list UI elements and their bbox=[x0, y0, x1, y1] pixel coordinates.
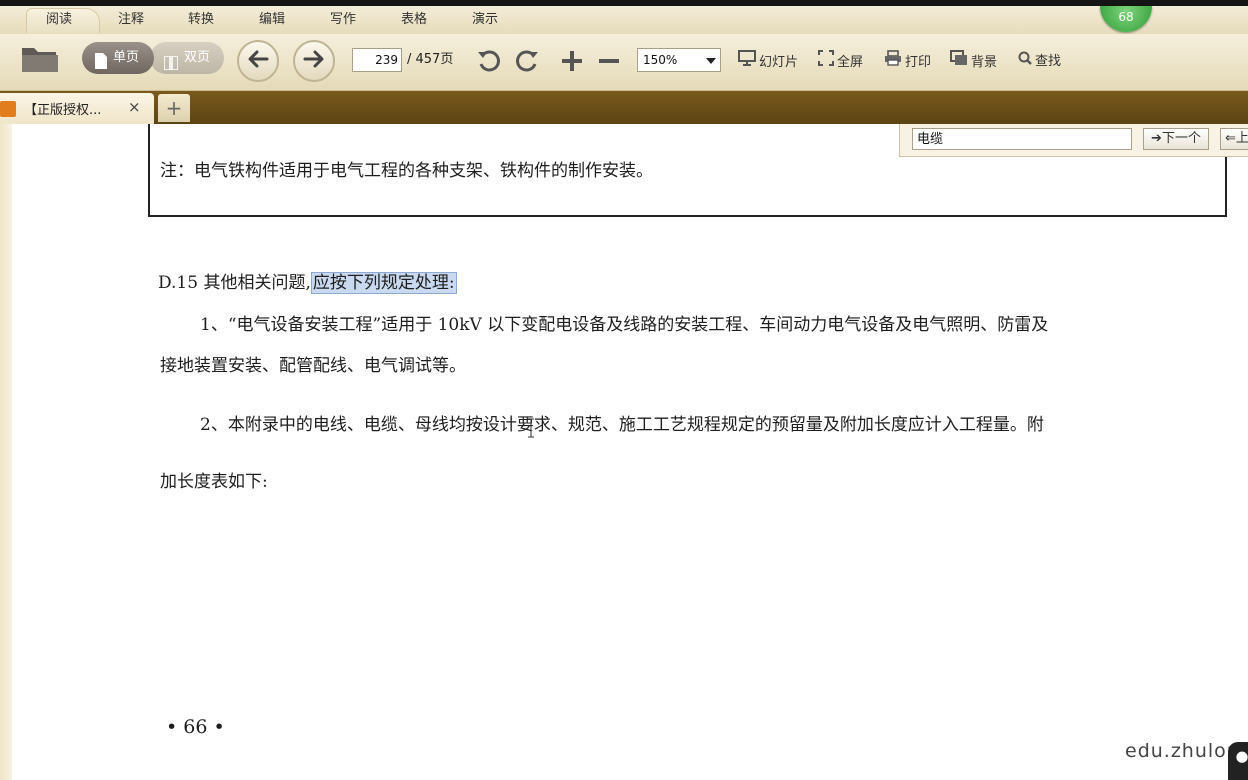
close-tab-button[interactable]: × bbox=[128, 98, 141, 116]
section-heading: D.15 其他相关问题, 应按下列规定处理: bbox=[158, 268, 457, 294]
find-label: 查找 bbox=[1035, 54, 1062, 69]
paragraph-1-line-1: 1、“电气设备安装工程”适用于 10kV 以下变配电设备及线路的安装工程、车间动… bbox=[200, 315, 1049, 335]
zoom-in-icon[interactable] bbox=[560, 49, 584, 77]
search-icon bbox=[1018, 51, 1032, 69]
fullscreen-icon bbox=[818, 50, 834, 70]
document-tab-label: 【正版授权... bbox=[24, 103, 102, 118]
menu-convert[interactable]: 转换 bbox=[188, 8, 214, 36]
find-bar: 电缆 ➔下一个 ⇐上 bbox=[899, 124, 1248, 157]
find-button[interactable]: 查找 bbox=[1018, 50, 1061, 69]
menu-table[interactable]: 表格 bbox=[401, 8, 427, 36]
double-page-button[interactable]: 双页 bbox=[150, 42, 224, 74]
section-heading-prefix: D.15 其他相关问题, bbox=[158, 273, 311, 293]
slideshow-icon bbox=[738, 50, 756, 70]
arrow-right-icon bbox=[302, 47, 326, 75]
note-text: 注：电气铁构件适用于电气工程的各种支架、铁构件的制作安装。 bbox=[160, 161, 653, 181]
print-icon bbox=[884, 50, 902, 70]
new-tab-button[interactable]: + bbox=[158, 94, 190, 122]
arrow-left-icon bbox=[246, 47, 270, 75]
menu-bar: 阅读 注释 转换 编辑 写作 表格 演示 68 bbox=[0, 6, 1248, 34]
page-number: • 66 • bbox=[166, 716, 225, 738]
prev-page-button[interactable] bbox=[237, 40, 279, 82]
menu-present[interactable]: 演示 bbox=[472, 8, 498, 36]
fullscreen-label: 全屏 bbox=[837, 54, 864, 70]
arrow-left-icon: ⇐ bbox=[1225, 131, 1236, 146]
next-page-button[interactable] bbox=[293, 40, 335, 82]
menu-edit[interactable]: 编辑 bbox=[259, 8, 285, 36]
double-page-label: 双页 bbox=[184, 50, 211, 65]
paragraph-2-line-1: 2、本附录中的电线、电缆、母线均按设计要求、规范、施工工艺规程规定的预留量及附加… bbox=[200, 415, 1044, 435]
find-next-button[interactable]: ➔下一个 bbox=[1143, 128, 1209, 150]
rotate-right-icon[interactable] bbox=[514, 48, 540, 78]
print-label: 打印 bbox=[905, 54, 932, 70]
toolbar: 双页 单页 239 / 457页 150% 幻灯片 全屏 打印 背景 查找 bbox=[0, 34, 1248, 91]
document-page bbox=[12, 124, 1248, 780]
find-prev-button[interactable]: ⇐上 bbox=[1220, 128, 1248, 150]
slideshow-button[interactable]: 幻灯片 bbox=[738, 50, 798, 70]
find-prev-label: 上 bbox=[1235, 131, 1248, 146]
single-page-button[interactable]: 单页 bbox=[82, 42, 154, 74]
print-button[interactable]: 打印 bbox=[884, 50, 931, 70]
search-highlight: 应按下列规定处理: bbox=[310, 272, 457, 294]
arrow-right-icon: ➔ bbox=[1151, 131, 1162, 146]
menu-read[interactable]: 阅读 bbox=[46, 8, 72, 36]
page-total-label: / 457页 bbox=[407, 52, 454, 67]
background-button[interactable]: 背景 bbox=[950, 50, 997, 70]
double-page-icon bbox=[163, 51, 179, 71]
zoom-select[interactable]: 150% bbox=[637, 48, 721, 72]
page-left-margin bbox=[0, 124, 12, 780]
paragraph-1-line-2: 接地装置安装、配管配线、电气调试等。 bbox=[160, 356, 466, 376]
page-number-input[interactable]: 239 bbox=[352, 48, 402, 72]
fullscreen-button[interactable]: 全屏 bbox=[818, 50, 863, 70]
watermark: edu.zhulon bbox=[1125, 740, 1240, 762]
zoom-value: 150% bbox=[643, 53, 678, 67]
text-cursor-icon bbox=[528, 418, 534, 438]
document-tab-strip: 【正版授权... × + bbox=[0, 91, 1248, 124]
chevron-down-icon bbox=[706, 58, 716, 64]
single-page-label: 单页 bbox=[113, 50, 140, 65]
rotate-left-icon[interactable] bbox=[476, 48, 502, 78]
paragraph-2-line-2: 加长度表如下: bbox=[160, 472, 268, 492]
menu-write[interactable]: 写作 bbox=[330, 8, 356, 36]
open-folder-icon[interactable] bbox=[20, 42, 60, 76]
background-label: 背景 bbox=[971, 54, 998, 70]
find-input[interactable]: 电缆 bbox=[912, 128, 1132, 150]
find-next-label: 下一个 bbox=[1161, 131, 1201, 146]
single-page-icon bbox=[94, 50, 108, 69]
score-badge[interactable]: 68 bbox=[1100, 6, 1152, 32]
mascot-icon bbox=[1228, 742, 1248, 780]
zoom-out-icon[interactable] bbox=[597, 49, 621, 77]
document-tab[interactable]: 【正版授权... × bbox=[0, 93, 154, 124]
background-icon bbox=[950, 50, 968, 70]
menu-annotate[interactable]: 注释 bbox=[118, 8, 144, 36]
document-tab-icon bbox=[0, 101, 16, 117]
slideshow-label: 幻灯片 bbox=[759, 54, 799, 70]
